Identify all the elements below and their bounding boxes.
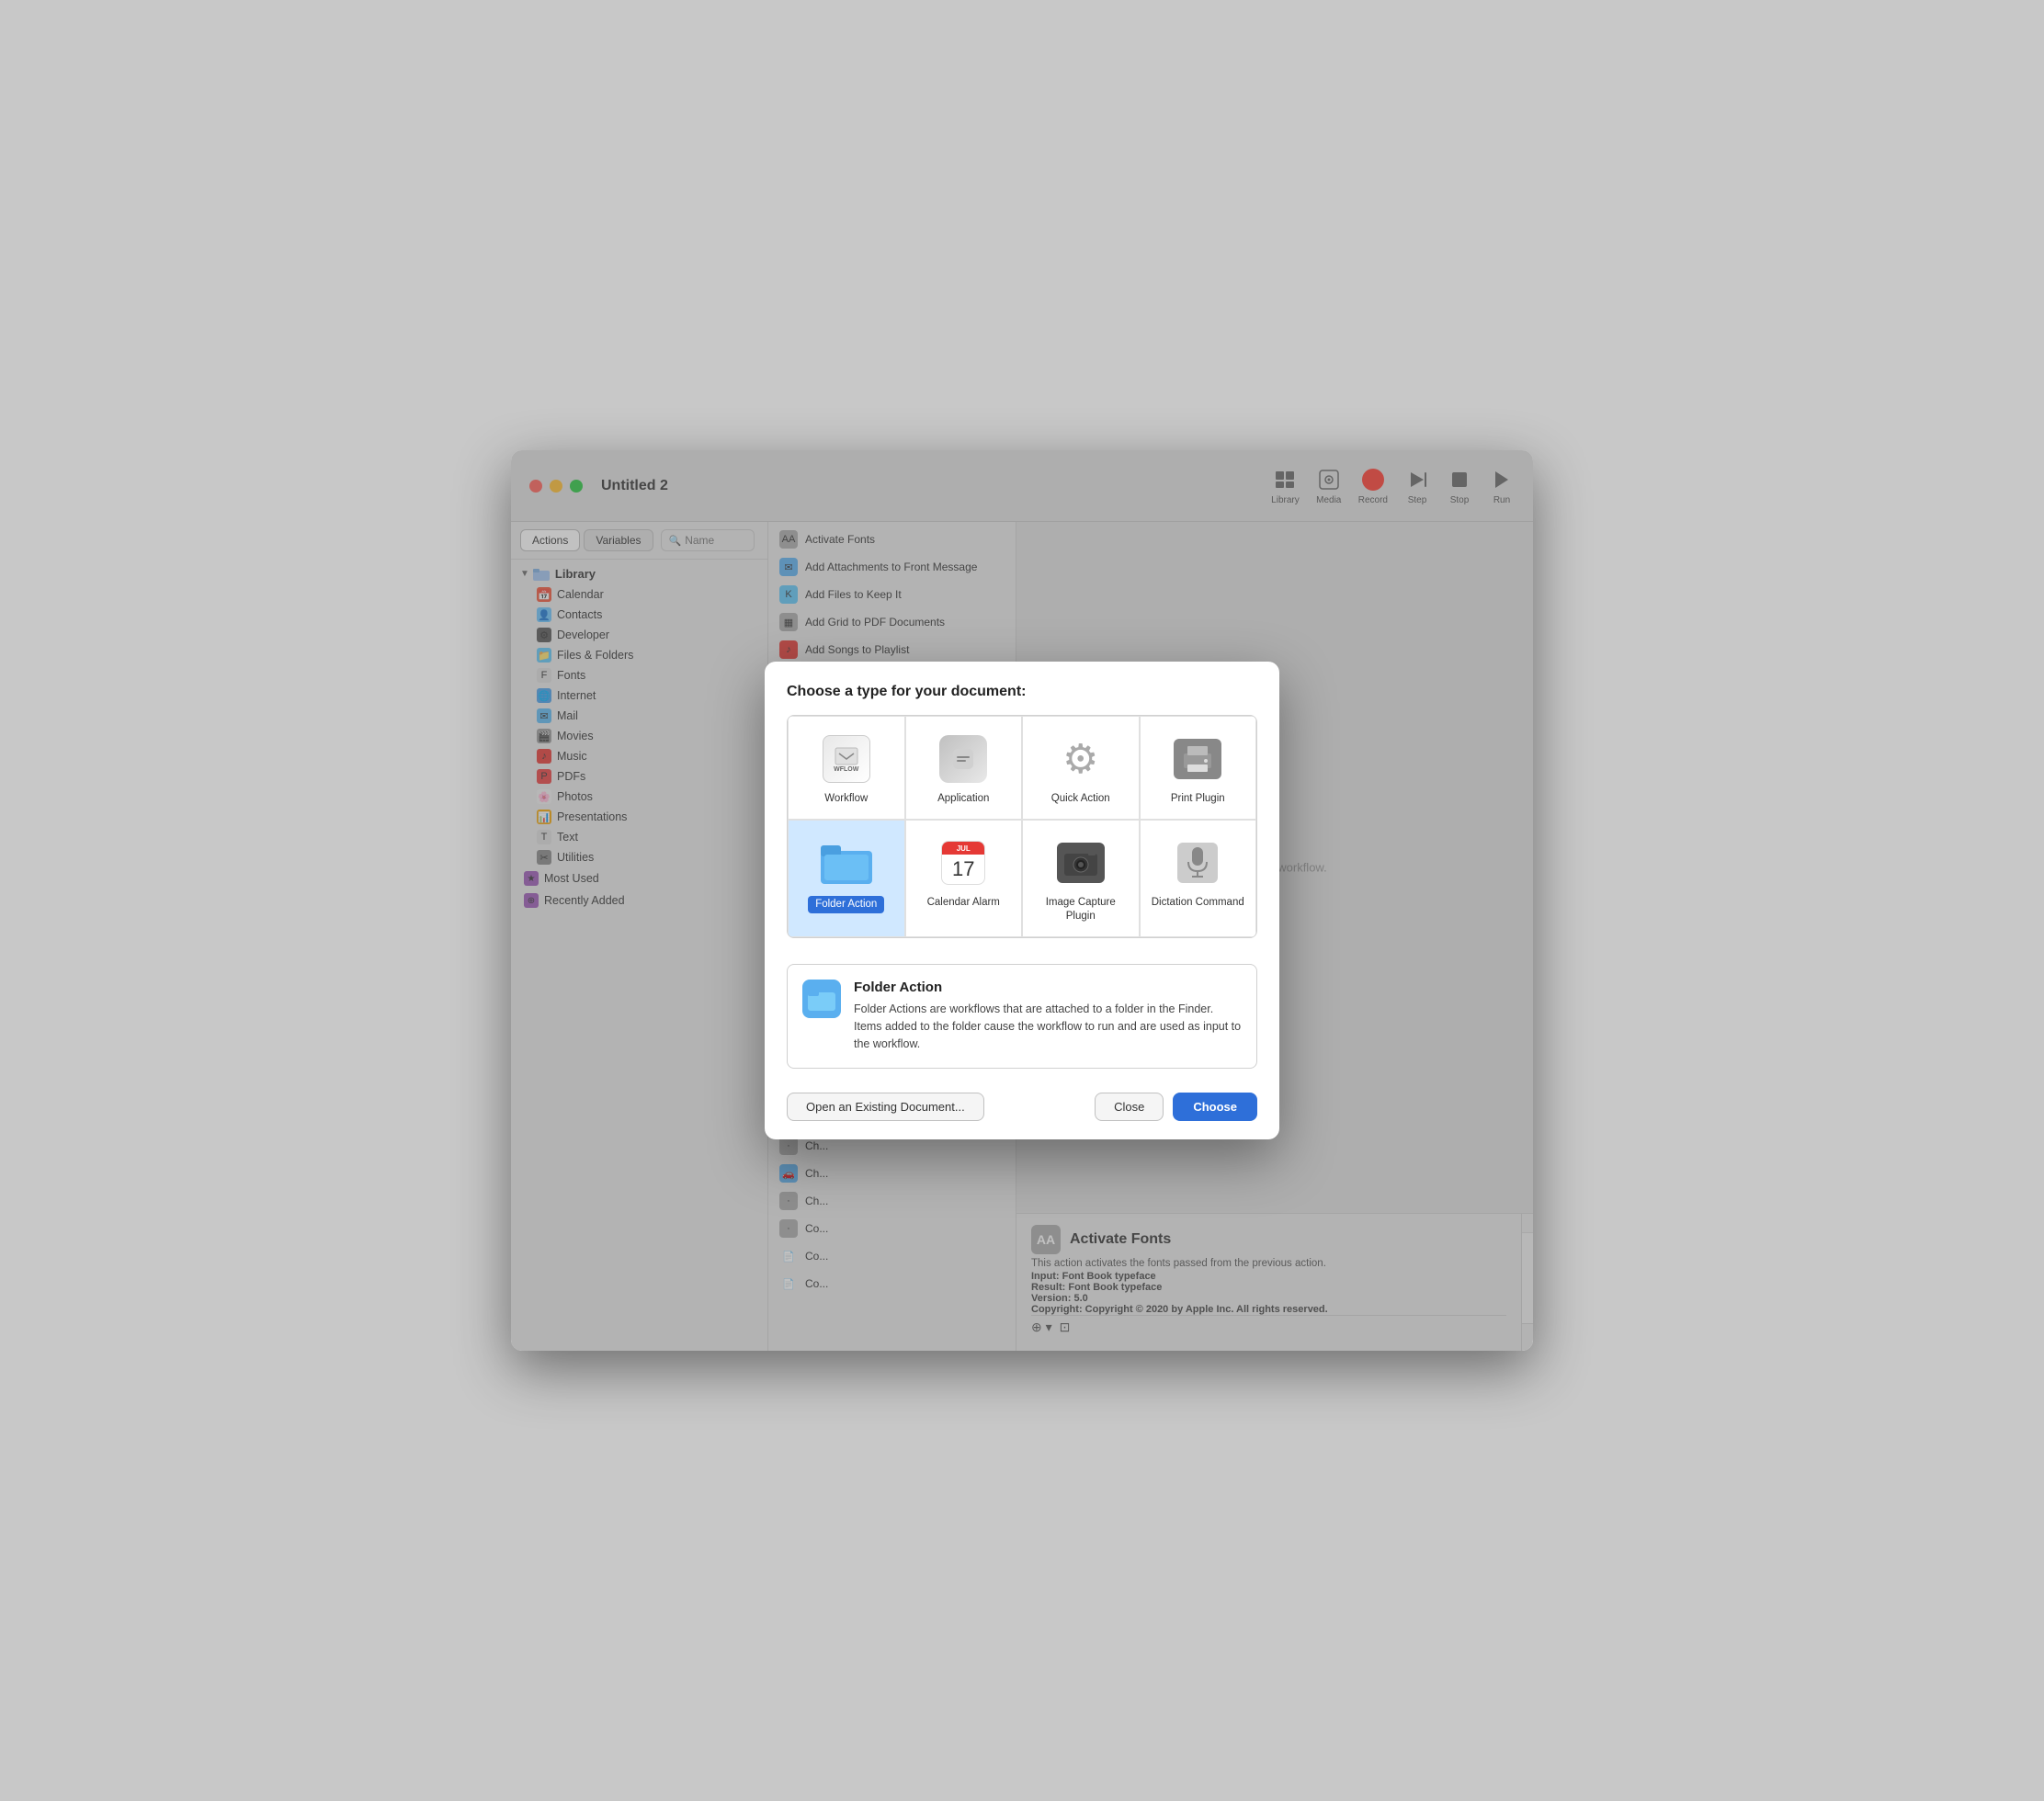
folder-action-label: Folder Action xyxy=(808,896,884,913)
modal-top: Choose a type for your document: WFLOW xyxy=(765,662,1279,953)
dictation-command-type-icon xyxy=(1172,837,1223,889)
folder-action-desc-icon xyxy=(802,980,841,1018)
application-label: Application xyxy=(937,792,989,806)
folder-action-type-icon xyxy=(821,837,872,889)
modal-footer: Open an Existing Document... Close Choos… xyxy=(765,1080,1279,1139)
choose-button[interactable]: Choose xyxy=(1173,1093,1257,1121)
image-capture-label: Image Capture Plugin xyxy=(1032,896,1130,923)
gear-large-icon: ⚙ xyxy=(1062,736,1098,783)
dictation-command-label: Dictation Command xyxy=(1152,896,1244,910)
quick-action-type-icon: ⚙ xyxy=(1055,733,1107,785)
main-window: Untitled 2 Library xyxy=(511,450,1533,1351)
modal-desc-text: Folder Actions are workflows that are at… xyxy=(854,1001,1242,1052)
modal-item-dictation-command[interactable]: Dictation Command xyxy=(1140,820,1257,937)
workflow-type-icon: WFLOW xyxy=(821,733,872,785)
modal-description-box: Folder Action Folder Actions are workflo… xyxy=(787,964,1257,1068)
document-type-modal: Choose a type for your document: WFLOW xyxy=(765,662,1279,1138)
modal-title: Choose a type for your document: xyxy=(787,684,1257,700)
workflow-label: Workflow xyxy=(824,792,868,806)
modal-overlay: Choose a type for your document: WFLOW xyxy=(511,450,1533,1351)
modal-item-workflow[interactable]: WFLOW Workflow xyxy=(788,716,905,820)
quick-action-label: Quick Action xyxy=(1051,792,1110,806)
modal-item-quick-action[interactable]: ⚙ Quick Action xyxy=(1022,716,1140,820)
close-modal-button[interactable]: Close xyxy=(1095,1093,1164,1121)
modal-item-folder-action[interactable]: Folder Action xyxy=(788,820,905,937)
print-plugin-type-icon xyxy=(1172,733,1223,785)
modal-item-print-plugin[interactable]: Print Plugin xyxy=(1140,716,1257,820)
print-plugin-label: Print Plugin xyxy=(1171,792,1225,806)
application-type-icon xyxy=(937,733,989,785)
calendar-alarm-label: Calendar Alarm xyxy=(927,896,1000,910)
modal-desc-title: Folder Action xyxy=(854,980,1242,995)
modal-type-grid: WFLOW Workflow xyxy=(787,715,1257,938)
modal-item-application[interactable]: Application xyxy=(905,716,1023,820)
open-existing-button[interactable]: Open an Existing Document... xyxy=(787,1093,984,1121)
modal-desc-content: Folder Action Folder Actions are workflo… xyxy=(854,980,1242,1052)
modal-action-buttons: Close Choose xyxy=(1095,1093,1257,1121)
image-capture-type-icon xyxy=(1055,837,1107,889)
modal-item-calendar-alarm[interactable]: JUL 17 Calendar Alarm xyxy=(905,820,1023,937)
modal-item-image-capture[interactable]: Image Capture Plugin xyxy=(1022,820,1140,937)
calendar-alarm-type-icon: JUL 17 xyxy=(937,837,989,889)
